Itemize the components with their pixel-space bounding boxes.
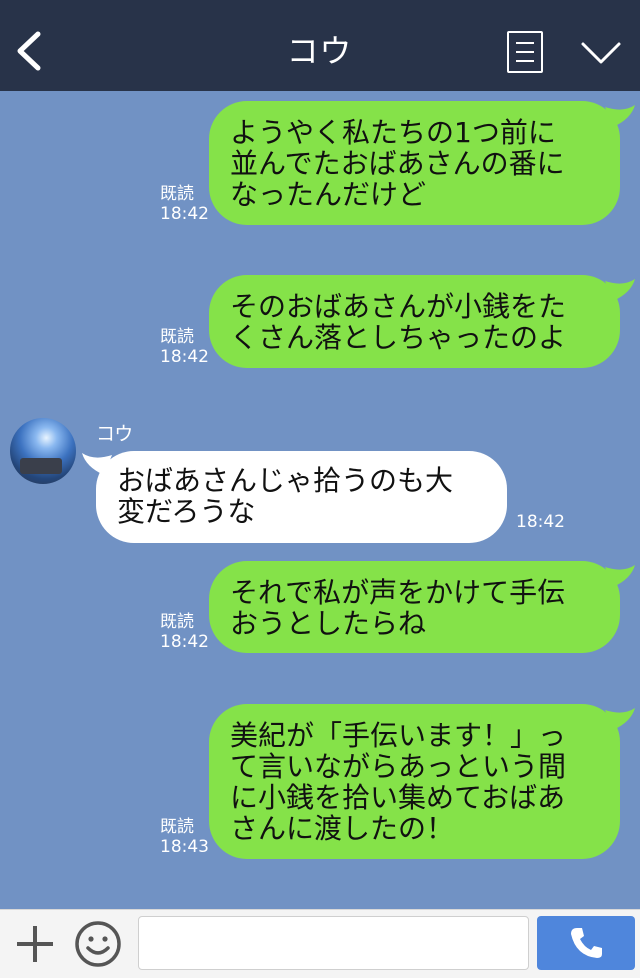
bubble-tail bbox=[605, 279, 635, 301]
contact-avatar[interactable] bbox=[10, 418, 76, 484]
message-time: 18:42 bbox=[516, 512, 565, 532]
call-button[interactable] bbox=[537, 916, 635, 970]
emoji-icon[interactable] bbox=[74, 920, 122, 968]
message-time: 18:43 bbox=[160, 837, 209, 857]
message-line: おうとしたらね bbox=[230, 607, 427, 640]
avatar-car bbox=[20, 458, 62, 474]
message-time: 18:42 bbox=[160, 204, 209, 224]
message-line: て言いながらあっという間 bbox=[230, 750, 567, 783]
read-receipt: 既読 bbox=[160, 327, 194, 347]
phone-icon bbox=[571, 928, 602, 958]
menu-icon[interactable] bbox=[507, 31, 543, 73]
bubble-tail bbox=[605, 708, 635, 730]
message-time: 18:42 bbox=[160, 347, 209, 367]
message-time: 18:42 bbox=[160, 632, 209, 652]
message-line: おばあさんじゃ拾うのも大 bbox=[117, 464, 454, 497]
message-line: なったんだけど bbox=[230, 178, 427, 211]
message-line: 美紀が「手伝います！」っ bbox=[230, 719, 567, 752]
read-receipt: 既読 bbox=[160, 612, 194, 632]
input-bar bbox=[0, 909, 640, 978]
message-line: そのおばあさんが小銭をた bbox=[230, 290, 567, 323]
message-line: に小銭を拾い集めておばあ bbox=[230, 781, 566, 814]
chevron-down-icon[interactable] bbox=[580, 40, 622, 66]
message-line: それで私が声をかけて手伝 bbox=[230, 576, 566, 609]
my-message-bubble: ようやく私たちの1つ前に 並んでたおばあさんの番に なったんだけど bbox=[209, 101, 620, 225]
my-message-bubble: そのおばあさんが小銭をた くさん落としちゃったのよ bbox=[209, 275, 620, 368]
sender-name: コウ bbox=[96, 423, 134, 445]
message-line: ようやく私たちの1つ前に bbox=[230, 116, 556, 149]
message-input[interactable] bbox=[138, 916, 529, 970]
message-line: 変だろうな bbox=[117, 495, 256, 528]
bubble-tail bbox=[605, 565, 635, 587]
chat-area[interactable]: ようやく私たちの1つ前に 並んでたおばあさんの番に なったんだけど 既読 18:… bbox=[0, 91, 640, 909]
read-receipt: 既読 bbox=[160, 184, 194, 204]
chat-header: コウ bbox=[0, 0, 640, 91]
message-line: さんに渡したの！ bbox=[230, 812, 455, 845]
chat-title: コウ bbox=[286, 32, 354, 70]
message-line: くさん落としちゃったのよ bbox=[230, 321, 567, 354]
plus-icon[interactable] bbox=[14, 923, 56, 965]
my-message-bubble: それで私が声をかけて手伝 おうとしたらね bbox=[209, 561, 620, 653]
bubble-tail bbox=[605, 105, 635, 127]
their-message-bubble: おばあさんじゃ拾うのも大 変だろうな bbox=[96, 451, 507, 543]
message-line: 並んでたおばあさんの番に bbox=[230, 147, 565, 180]
my-message-bubble: 美紀が「手伝います！」っ て言いながらあっという間 に小銭を拾い集めておばあ さ… bbox=[209, 704, 620, 859]
read-receipt: 既読 bbox=[160, 817, 194, 837]
